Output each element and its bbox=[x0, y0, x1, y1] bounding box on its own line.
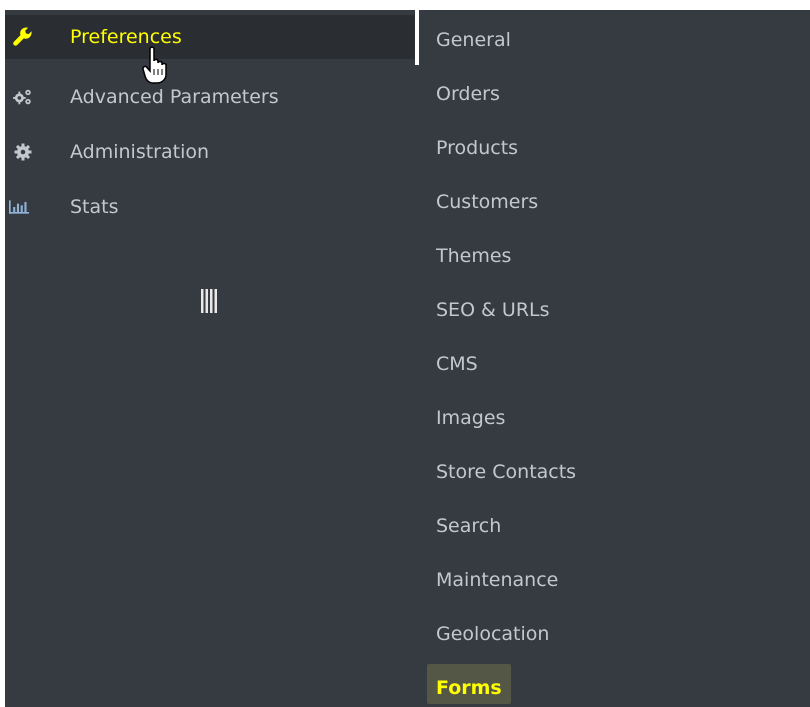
main-menu: Preferences Advanced Parameters Administ… bbox=[5, 10, 415, 707]
submenu-item-store-contacts[interactable]: Store Contacts bbox=[436, 461, 576, 483]
menu-item-advanced-parameters[interactable]: Advanced Parameters bbox=[5, 75, 415, 119]
submenu-item-general[interactable]: General bbox=[436, 29, 511, 51]
submenu-item-images[interactable]: Images bbox=[436, 407, 505, 429]
submenu-item-search[interactable]: Search bbox=[436, 515, 501, 537]
submenu-item-orders[interactable]: Orders bbox=[436, 83, 500, 105]
submenu-item-customers[interactable]: Customers bbox=[436, 191, 538, 213]
wrench-icon bbox=[13, 27, 33, 47]
menu-item-label: Administration bbox=[70, 141, 210, 163]
menu-item-administration[interactable]: Administration bbox=[5, 130, 415, 174]
submenu-item-cms[interactable]: CMS bbox=[436, 353, 478, 375]
submenu-item-geolocation[interactable]: Geolocation bbox=[436, 623, 549, 645]
submenu-item-products[interactable]: Products bbox=[436, 137, 518, 159]
menu-item-label: Preferences bbox=[70, 26, 182, 48]
gears-icon bbox=[13, 87, 33, 107]
admin-menu-frame: Preferences Advanced Parameters Administ… bbox=[5, 10, 810, 707]
menu-item-label: Advanced Parameters bbox=[70, 86, 279, 108]
submenu-item-themes[interactable]: Themes bbox=[436, 245, 511, 267]
submenu-item-forms[interactable]: Forms bbox=[436, 677, 502, 699]
submenu-item-seo-urls[interactable]: SEO & URLs bbox=[436, 299, 550, 321]
menu-item-preferences[interactable]: Preferences bbox=[5, 15, 415, 59]
submenu-item-maintenance[interactable]: Maintenance bbox=[436, 569, 558, 591]
collapse-menu-icon[interactable] bbox=[200, 289, 218, 313]
menu-item-label: Stats bbox=[70, 196, 119, 218]
bar-chart-icon bbox=[9, 197, 29, 217]
preferences-submenu: General Orders Products Customers Themes… bbox=[419, 10, 810, 707]
menu-item-stats[interactable]: Stats bbox=[5, 185, 415, 229]
gear-icon bbox=[13, 142, 33, 162]
